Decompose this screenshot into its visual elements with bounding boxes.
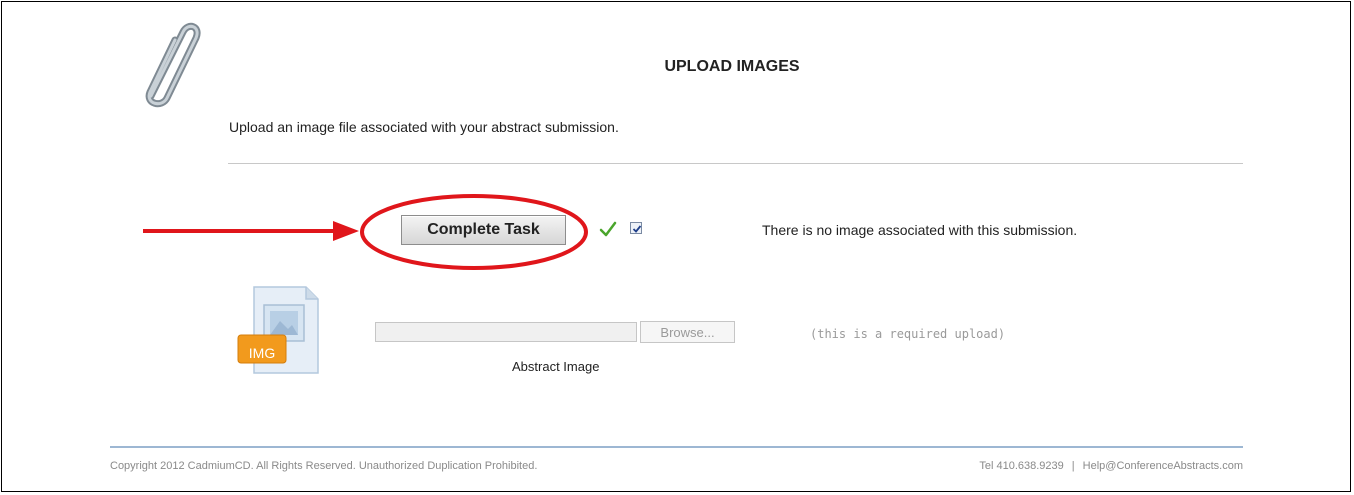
page-subtitle: Upload an image file associated with you…	[229, 119, 619, 135]
complete-task-button[interactable]: Complete Task	[401, 215, 566, 245]
checkmark-icon	[599, 221, 617, 237]
red-arrow-annotation	[143, 221, 359, 241]
footer-contact: Tel 410.638.9239 | Help@ConferenceAbstract…	[979, 460, 1243, 472]
footer-email-link[interactable]: Help@ConferenceAbstracts.com	[1083, 460, 1243, 472]
page-title: UPLOAD IMAGES	[664, 58, 800, 75]
file-path-input[interactable]	[375, 322, 637, 342]
abstract-image-label: Abstract Image	[512, 359, 600, 374]
divider	[228, 163, 1243, 164]
img-badge-label: IMG	[248, 345, 276, 361]
checkbox-check-icon	[632, 225, 642, 233]
required-upload-note: (this is a required upload)	[810, 327, 1006, 341]
no-image-message: There is no image associated with this s…	[762, 222, 1078, 238]
footer-divider	[110, 446, 1243, 448]
browse-button[interactable]: Browse...	[640, 321, 735, 343]
task-complete-checkbox[interactable]	[630, 222, 642, 234]
footer-copyright: Copyright 2012 CadmiumCD. All Rights Res…	[110, 460, 538, 472]
footer-phone: Tel 410.638.9239	[979, 460, 1064, 472]
footer-separator: |	[1071, 460, 1075, 472]
